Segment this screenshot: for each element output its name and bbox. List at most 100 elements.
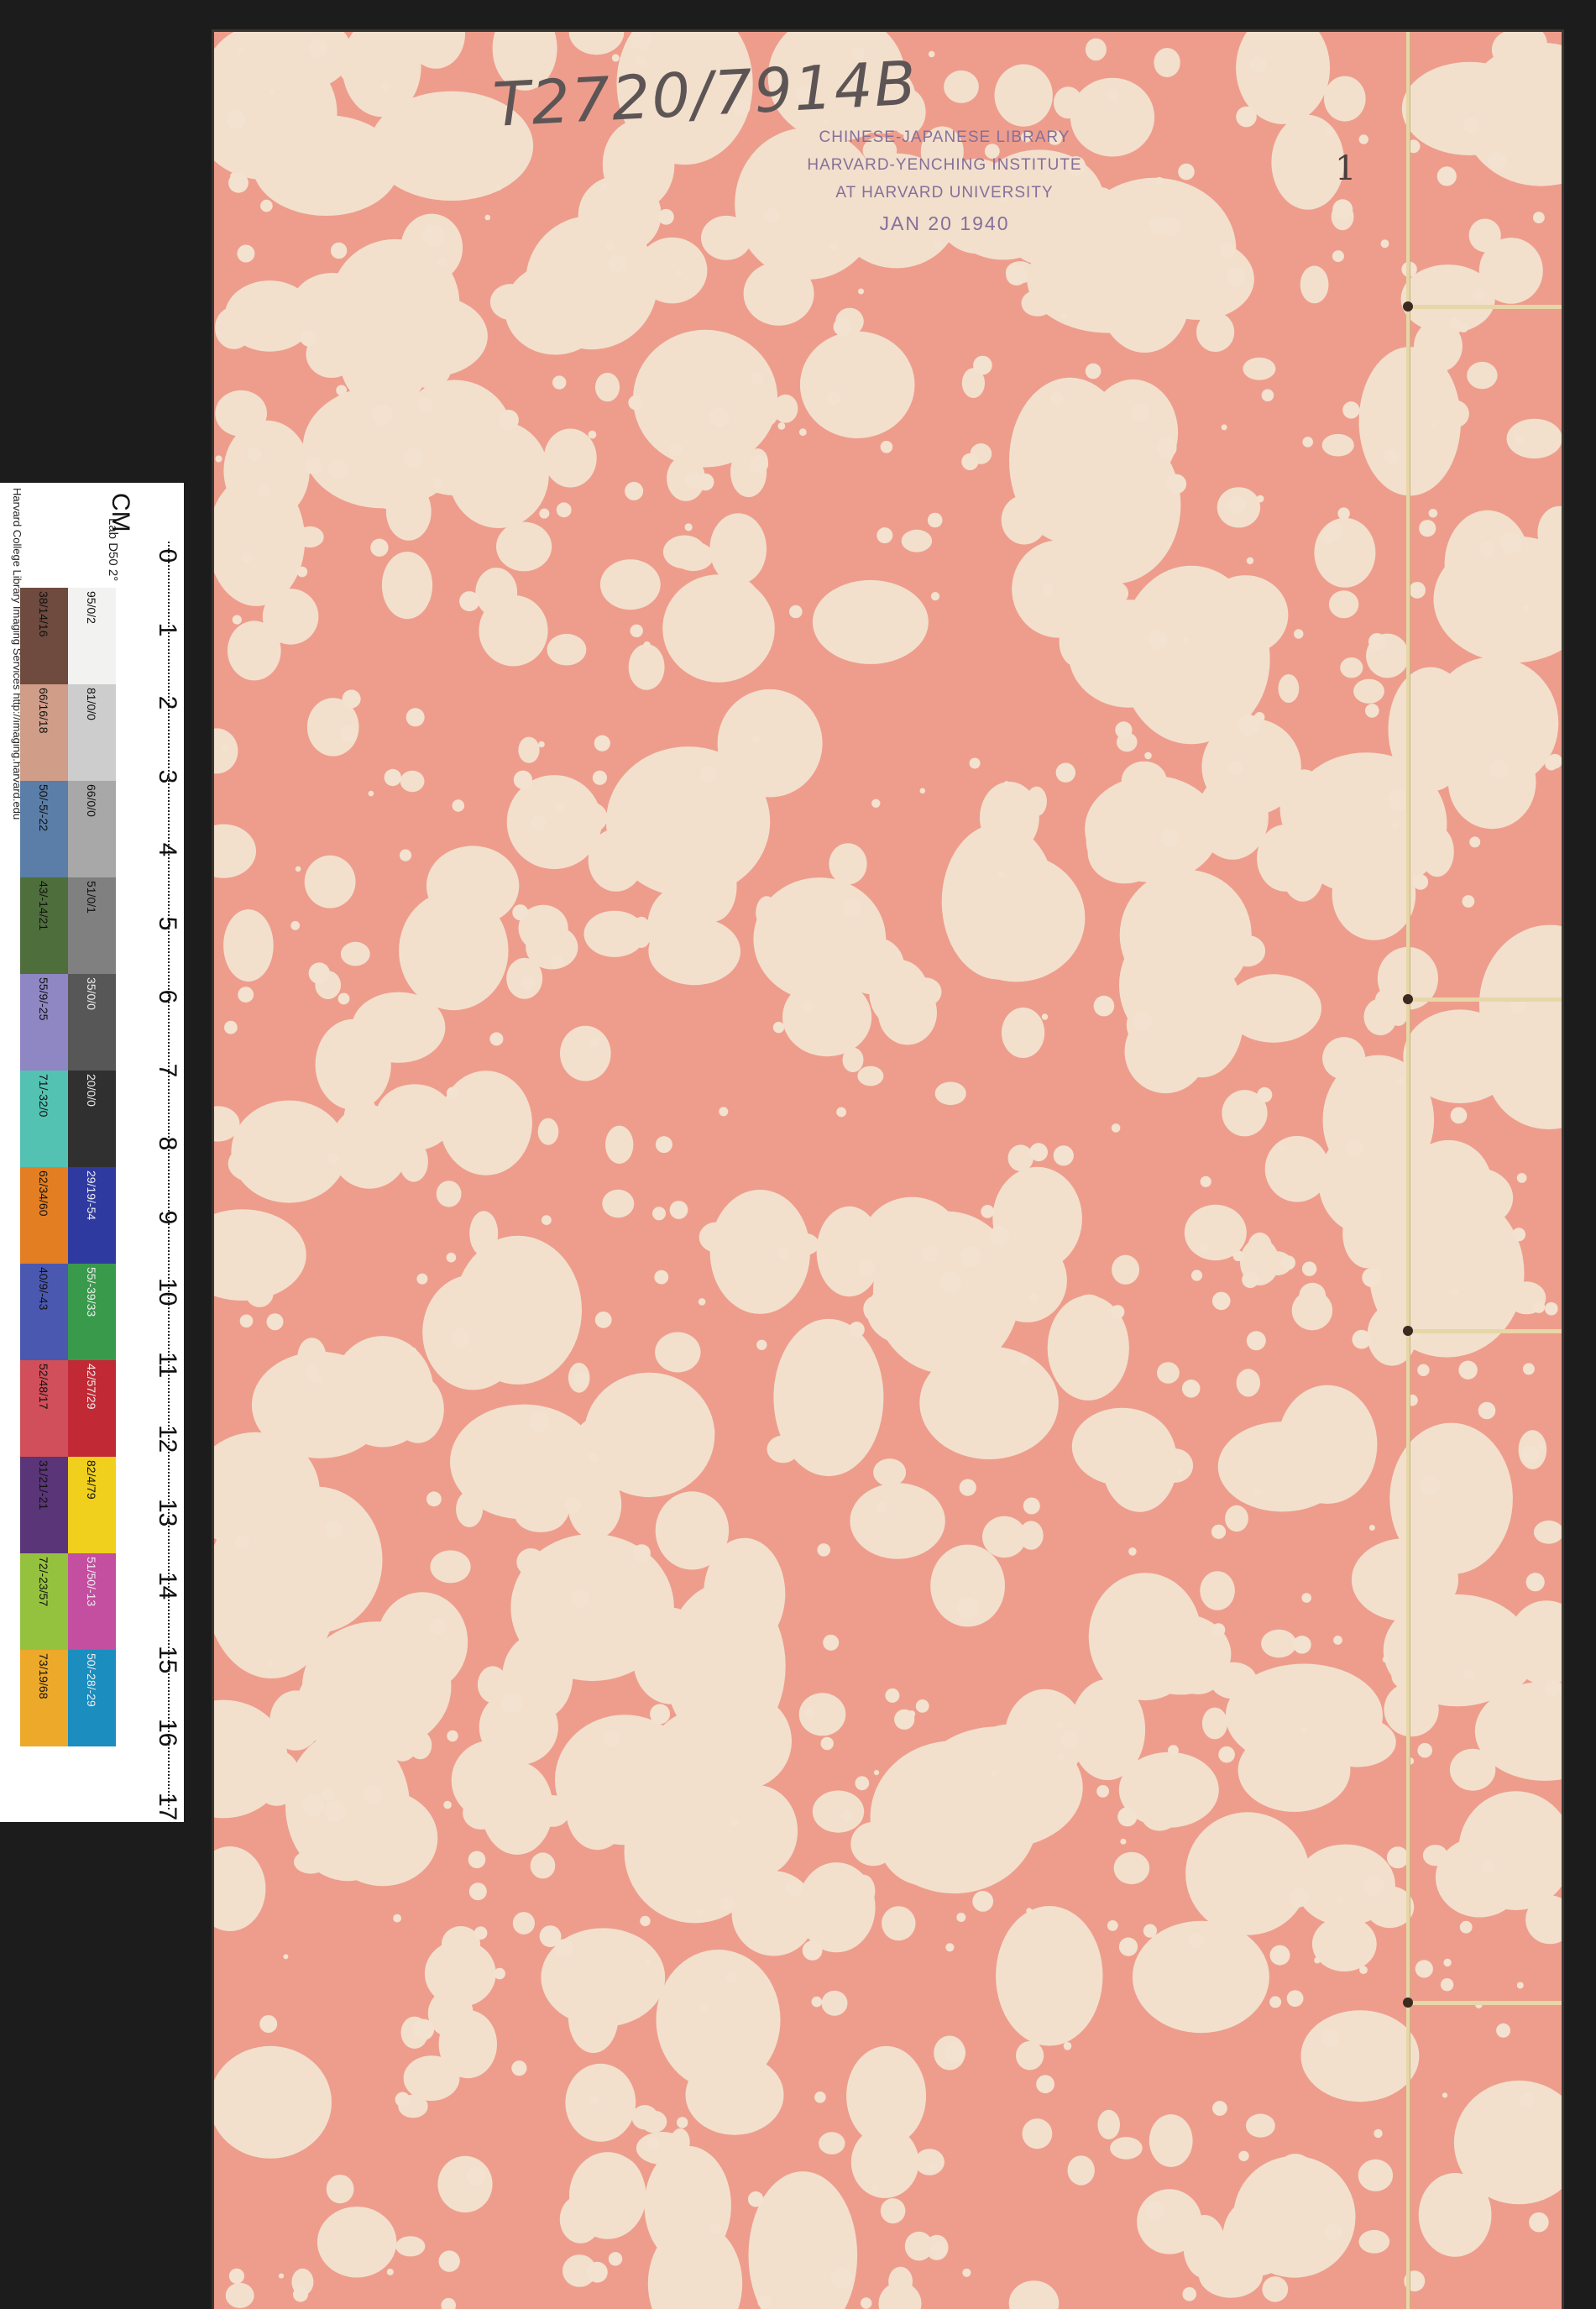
marble-speck	[1513, 434, 1524, 445]
marble-speck	[589, 1453, 599, 1463]
marble-speck	[861, 2297, 872, 2309]
marble-blotch	[479, 594, 548, 667]
swatch-label: 66/16/18	[37, 688, 50, 734]
marble-speck	[676, 270, 683, 275]
marble-speck	[259, 2015, 278, 2033]
marble-speck	[697, 1909, 704, 1916]
marble-speck	[804, 1707, 815, 1718]
marble-speck	[1246, 557, 1254, 564]
marble-blotch	[215, 390, 267, 437]
marble-speck	[1257, 1086, 1273, 1102]
marble-speck	[1269, 1945, 1290, 1966]
cm-tick-label: 0	[154, 548, 181, 563]
color-swatch: 40/9/-43	[20, 1264, 68, 1360]
marble-blotch	[214, 824, 256, 878]
marble-speck	[539, 508, 550, 519]
marble-speck	[1522, 1363, 1535, 1375]
marble-blotch	[1332, 849, 1416, 940]
marble-speck	[1023, 1497, 1040, 1515]
marble-speck	[1115, 721, 1133, 739]
marble-speck	[625, 481, 644, 500]
marble-speck	[1111, 1305, 1125, 1319]
marble-speck	[226, 109, 246, 129]
marble-speck	[237, 244, 255, 263]
marble-speck	[494, 1967, 505, 1980]
marble-blotch	[1007, 1144, 1033, 1171]
cm-tick-label: 1	[154, 622, 181, 636]
marble-speck	[1221, 424, 1227, 431]
marble-speck	[474, 1926, 488, 1940]
marble-blotch	[1119, 926, 1215, 1044]
marble-blotch	[655, 1332, 701, 1373]
marble-speck	[556, 502, 572, 518]
marble-blotch	[1391, 1150, 1417, 1175]
marble-speck	[880, 441, 893, 453]
marble-speck	[1529, 2212, 1549, 2233]
marble-speck	[432, 478, 443, 489]
marble-speck	[811, 1996, 823, 2008]
cm-tick-label: 5	[154, 916, 181, 930]
marble-speck	[640, 1915, 651, 1927]
marble-speck	[513, 770, 532, 789]
marble-blotch	[948, 853, 1086, 982]
marble-speck	[611, 54, 620, 62]
marble-blotch	[543, 428, 597, 488]
book: T2720/7914B CHINESE-JAPANESE LIBRARY HAR…	[214, 32, 1562, 2309]
marble-speck	[393, 1914, 401, 1923]
marble-speck	[777, 422, 786, 430]
marble-speck	[224, 1020, 238, 1034]
marble-speck	[1166, 474, 1187, 495]
marble-speck	[1443, 1958, 1452, 1967]
marble-speck	[459, 591, 480, 612]
marble-speck	[601, 183, 608, 190]
stamp-line-1: CHINESE-JAPANESE LIBRARY	[819, 128, 1070, 146]
marble-speck	[1359, 1966, 1368, 1975]
marble-speck	[1190, 1270, 1203, 1281]
marble-speck	[1227, 496, 1246, 514]
marble-speck	[1478, 1401, 1496, 1420]
marble-speck	[1160, 829, 1179, 847]
swatch-label: 73/19/68	[37, 1653, 50, 1699]
marble-speck	[1199, 1243, 1210, 1254]
marble-speck	[1442, 2092, 1448, 2098]
marble-speck	[1019, 1354, 1028, 1364]
marble-blotch	[1478, 238, 1543, 304]
marble-speck	[858, 288, 864, 295]
marble-blotch	[655, 1491, 730, 1570]
marble-blotch	[1107, 1469, 1137, 1499]
marble-speck	[945, 1943, 955, 1952]
marble-speck	[1380, 239, 1389, 249]
marble-blotch	[223, 909, 274, 982]
marble-blotch	[1384, 1682, 1439, 1737]
marble-blotch	[690, 851, 737, 922]
marble-speck	[1168, 1745, 1179, 1756]
marble-blotch	[628, 644, 665, 690]
marble-blotch	[437, 2155, 493, 2212]
marble-blotch	[231, 1100, 348, 1203]
marble-speck	[751, 372, 764, 385]
marble-speck	[841, 1809, 853, 1822]
marble-speck	[1358, 134, 1369, 144]
marble-speck	[1512, 1228, 1526, 1242]
marble-speck	[589, 1038, 599, 1048]
marble-blotch	[381, 552, 433, 620]
marble-blotch	[1201, 1707, 1228, 1740]
page-number: 1	[1335, 149, 1357, 188]
marble-blotch	[717, 1785, 798, 1877]
marble-speck	[399, 849, 412, 861]
marble-blotch	[568, 32, 625, 55]
marble-speck	[430, 1618, 447, 1635]
swatch-label: 55/9/-25	[37, 977, 50, 1021]
marble-speck	[1342, 401, 1360, 419]
marble-speck	[1026, 1908, 1033, 1914]
marble-speck	[1332, 199, 1353, 220]
marble-blotch	[709, 1189, 810, 1314]
marble-speck	[498, 410, 519, 431]
marble-blotch	[709, 513, 767, 584]
marble-speck	[1003, 781, 1009, 787]
marble-speck	[1458, 322, 1469, 332]
marble-speck	[422, 224, 445, 247]
marble-speck	[1363, 1876, 1384, 1897]
gray-swatch: 35/0/0	[68, 974, 116, 1071]
marble-speck	[836, 1107, 846, 1118]
